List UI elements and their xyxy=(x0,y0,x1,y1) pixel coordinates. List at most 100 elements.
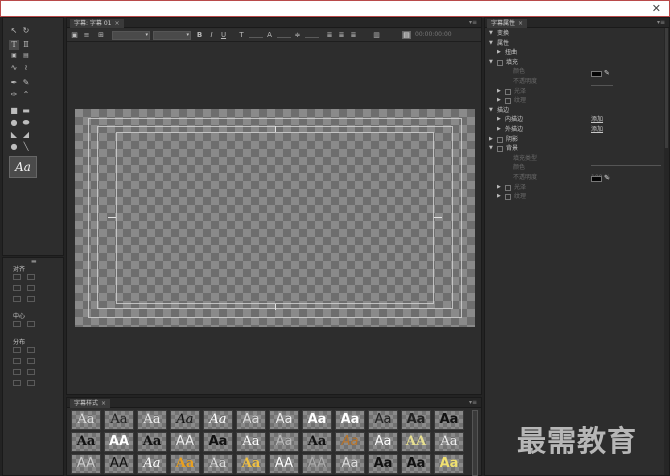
style-swatch[interactable]: Aa xyxy=(335,410,365,430)
properties-tab-close-icon[interactable]: × xyxy=(518,20,523,27)
distribute-right-icon[interactable] xyxy=(13,369,21,375)
style-swatch[interactable]: Aa xyxy=(269,432,299,452)
kerning-field[interactable] xyxy=(277,32,291,38)
style-swatch[interactable]: Aa xyxy=(236,454,266,474)
clipped-rect-tool-icon[interactable]: ● xyxy=(9,118,19,128)
property-row[interactable]: 颜色 xyxy=(485,67,665,76)
style-swatch[interactable]: Aa xyxy=(104,410,134,430)
style-swatch[interactable]: Aa xyxy=(71,410,101,430)
style-swatch[interactable]: Aa xyxy=(335,454,365,474)
underline-icon[interactable]: U xyxy=(219,31,228,39)
type-tool-icon[interactable]: T xyxy=(9,40,19,50)
tab-title-properties[interactable]: 字幕属性 × xyxy=(487,19,528,28)
style-swatch[interactable]: Aa xyxy=(170,410,200,430)
expand-right-icon[interactable]: ▶ xyxy=(497,192,501,201)
style-swatch[interactable]: AA xyxy=(104,432,134,452)
property-row[interactable]: ▶ 扭曲 xyxy=(485,48,665,57)
property-checkbox[interactable] xyxy=(497,59,503,66)
tab-title-editor[interactable]: 字幕: 字幕 01 × xyxy=(70,19,124,28)
property-row[interactable]: ▶ 纹理 xyxy=(485,96,665,105)
property-row[interactable]: ▼ 属性 xyxy=(485,39,665,48)
style-swatch[interactable]: AA xyxy=(71,454,101,474)
distribute-hcenter-icon[interactable] xyxy=(13,358,21,364)
selection-tool-icon[interactable]: ↖ xyxy=(9,26,19,36)
style-swatch[interactable]: AA xyxy=(302,454,332,474)
style-swatch[interactable]: Aa xyxy=(137,432,167,452)
style-swatch[interactable]: Aa xyxy=(302,432,332,452)
properties-panel-menu-icon[interactable]: ▾≡ xyxy=(657,19,665,26)
expand-down-icon[interactable]: ▼ xyxy=(489,39,493,48)
wedge-tool-icon[interactable]: ◣ xyxy=(9,130,19,140)
property-row[interactable]: ▶ 纹理 xyxy=(485,192,665,201)
expand-right-icon[interactable]: ▶ xyxy=(497,48,501,57)
area-type-tool-icon[interactable]: ▣ xyxy=(9,51,19,61)
arc-tool-icon[interactable]: ◢ xyxy=(21,130,31,140)
pen-tool-icon[interactable]: ✒ xyxy=(9,78,19,88)
property-row[interactable]: 不透明度 xyxy=(485,77,665,86)
rectangle-tool-icon[interactable]: ■ xyxy=(9,106,19,116)
align-vcenter-icon[interactable] xyxy=(27,285,35,291)
property-row[interactable]: ▶ 内描边 添加 xyxy=(485,115,665,124)
background-eyedropper-icon[interactable]: ✎ xyxy=(604,174,610,182)
style-swatch[interactable]: Aa xyxy=(269,410,299,430)
font-style-select[interactable]: ▾ xyxy=(153,31,191,40)
fill-color-swatch[interactable] xyxy=(591,71,602,77)
vertical-area-type-tool-icon[interactable]: ▤ xyxy=(21,51,31,61)
align-text-left-icon[interactable]: ≣ xyxy=(325,31,334,39)
properties-scroll-thumb[interactable] xyxy=(665,28,668,148)
style-swatch[interactable]: Aa xyxy=(236,432,266,452)
editor-panel-menu-icon[interactable]: ▾≡ xyxy=(469,19,477,26)
ellipse-tool-icon[interactable]: ● xyxy=(9,142,19,152)
center-vertical-icon[interactable] xyxy=(27,321,35,327)
editor-tab-close-icon[interactable]: × xyxy=(114,20,119,27)
style-swatch[interactable]: Aa xyxy=(137,410,167,430)
expand-down-icon[interactable]: ▼ xyxy=(489,106,493,115)
style-swatch[interactable]: Aa xyxy=(71,432,101,452)
rounded-corner-tool-icon[interactable]: ⬬ xyxy=(21,118,31,128)
roll-crawl-icon[interactable]: ≡ xyxy=(82,31,91,39)
styles-panel-menu-icon[interactable]: ▾≡ xyxy=(469,399,477,406)
property-row[interactable]: ▼ 填充 xyxy=(485,58,665,67)
style-swatch[interactable]: Aa xyxy=(302,410,332,430)
rotation-tool-icon[interactable]: ↻ xyxy=(21,26,31,36)
expand-right-icon[interactable]: ▶ xyxy=(497,183,501,192)
style-swatch[interactable]: Aa xyxy=(236,410,266,430)
expand-right-icon[interactable]: ▶ xyxy=(497,115,501,124)
expand-right-icon[interactable]: ▶ xyxy=(497,87,501,96)
style-swatch[interactable]: AA xyxy=(170,432,200,452)
leading-field[interactable] xyxy=(305,32,319,38)
show-background-video-icon[interactable]: ▤ xyxy=(402,31,411,39)
add-stroke-link[interactable]: 添加 xyxy=(591,115,603,124)
expand-right-icon[interactable]: ▶ xyxy=(497,125,501,134)
actions-panel-menu-icon[interactable]: ▬ xyxy=(31,258,37,265)
distribute-bottom-icon[interactable] xyxy=(27,369,35,375)
distribute-hspace-icon[interactable] xyxy=(13,380,21,386)
style-swatch[interactable]: AA xyxy=(104,454,134,474)
property-row[interactable]: ▶ 阴影 xyxy=(485,135,665,144)
tab-stops-icon[interactable]: ⊞ xyxy=(95,31,107,39)
property-row[interactable]: ▼ 变换 xyxy=(485,29,665,38)
line-tool-icon[interactable]: ╲ xyxy=(21,142,31,152)
vertical-type-tool-icon[interactable]: Ⅱ xyxy=(21,40,31,50)
style-swatch[interactable]: Aa xyxy=(368,432,398,452)
add-anchor-tool-icon[interactable]: ✑ xyxy=(9,90,19,100)
align-right-icon[interactable] xyxy=(13,296,21,302)
property-checkbox[interactable] xyxy=(497,146,503,153)
timecode-display[interactable]: 00:00:00:00 xyxy=(415,31,452,38)
align-top-icon[interactable] xyxy=(27,274,35,280)
property-row[interactable]: ▼ 描边 xyxy=(485,106,665,115)
property-row[interactable]: ▶ 光泽 xyxy=(485,87,665,96)
align-text-right-icon[interactable]: ≣ xyxy=(349,31,358,39)
expand-down-icon[interactable]: ▼ xyxy=(489,58,493,67)
style-swatch[interactable]: Aa xyxy=(335,432,365,452)
style-swatch[interactable]: Aa xyxy=(434,454,464,474)
distribute-left-icon[interactable] xyxy=(13,347,21,353)
convert-anchor-tool-icon[interactable]: ⌃ xyxy=(21,90,31,100)
delete-anchor-tool-icon[interactable]: ✎ xyxy=(21,78,31,88)
property-checkbox[interactable] xyxy=(505,184,511,191)
distribute-vcenter-icon[interactable] xyxy=(27,358,35,364)
kerning-icon[interactable]: A xyxy=(265,31,274,39)
style-swatch[interactable]: Aa xyxy=(170,454,200,474)
property-row[interactable]: 填充类型 xyxy=(485,154,665,163)
style-swatch[interactable]: Aa xyxy=(203,410,233,430)
